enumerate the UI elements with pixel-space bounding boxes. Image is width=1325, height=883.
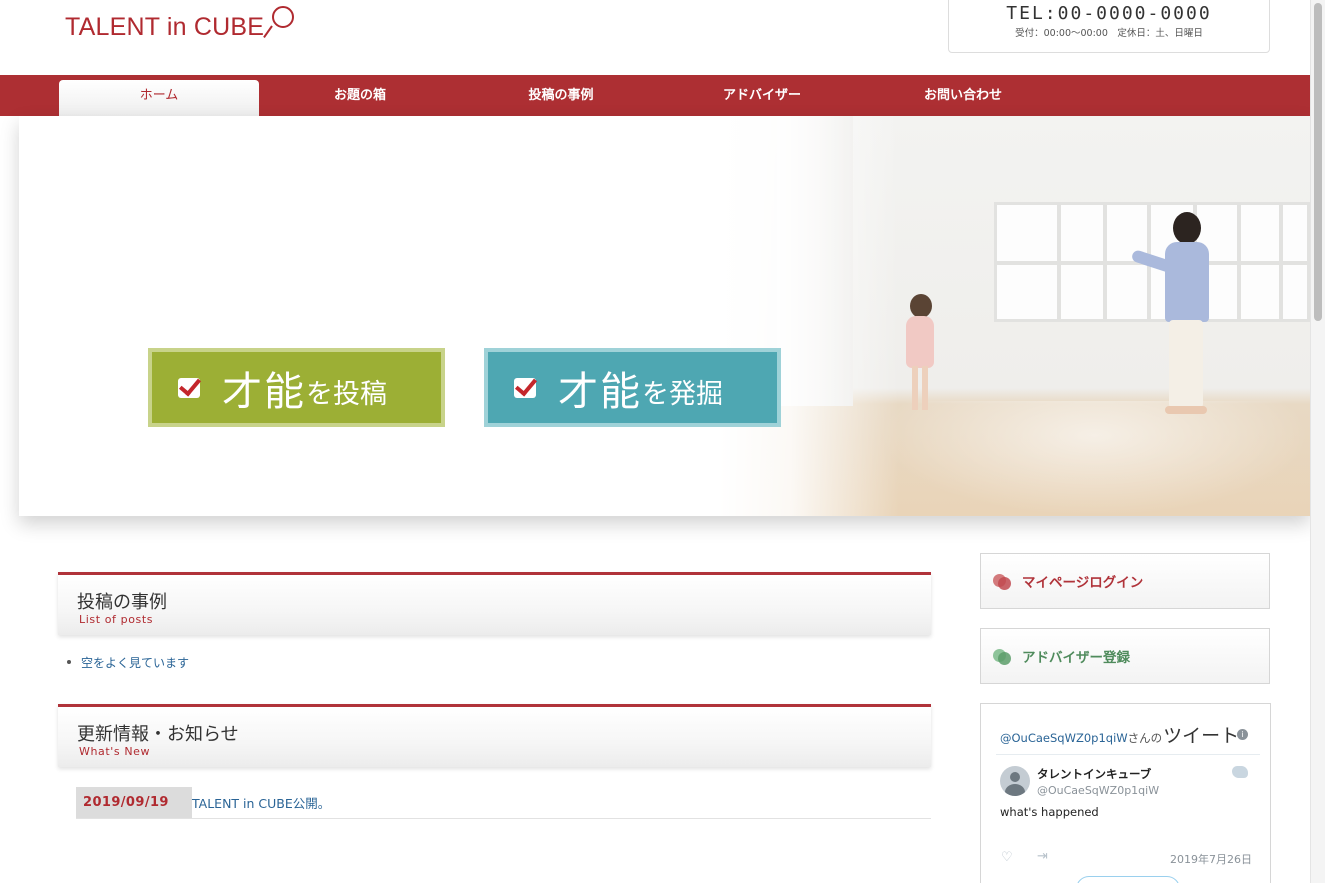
scrollbar-thumb[interactable]: [1314, 3, 1322, 321]
tweet-text: what's happened: [1000, 805, 1099, 819]
news-item: 2019/09/19 TALENT in CUBE公開。: [76, 787, 931, 819]
hero-photo-woman: [1130, 212, 1229, 422]
posts-title: 投稿の事例: [77, 592, 167, 613]
logo[interactable]: TALENT in CUBE: [65, 6, 296, 44]
twitter-divider: [996, 754, 1260, 755]
discover-talent-button[interactable]: 才能 を発掘: [484, 348, 781, 427]
news-section-header: 更新情報・お知らせ What's New: [58, 704, 931, 767]
twitter-handle-link[interactable]: @OuCaeSqWZ0p1qiW: [1000, 731, 1128, 745]
hero-banner: 才能 を投稿 才能 を発掘: [19, 116, 1310, 516]
mypage-login-label: マイページログイン: [1022, 575, 1144, 591]
nav-item-advisors[interactable]: アドバイザー: [662, 80, 862, 116]
tweet-date[interactable]: 2019年7月26日: [1170, 851, 1252, 867]
tweet-author-name[interactable]: タレントインキューブ: [1037, 766, 1151, 782]
post-talent-big: 才能: [222, 368, 306, 415]
advisor-register-button[interactable]: アドバイザー登録: [980, 628, 1270, 684]
news-subtitle: What's New: [79, 745, 151, 758]
checkbox-icon: [514, 377, 536, 398]
contact-box: TEL:00-0000-0000 受付：00:00〜00:00 定休日：土、日曜…: [948, 0, 1270, 53]
share-icon[interactable]: ⇥: [1037, 849, 1048, 864]
post-talent-button[interactable]: 才能 を投稿: [148, 348, 445, 427]
twitter-title: ツイート: [1163, 725, 1240, 747]
post-link[interactable]: 空をよく見ています: [67, 654, 189, 671]
business-hours: 受付：00:00〜00:00 定休日：土、日曜日: [1015, 28, 1203, 39]
circle-icon: [993, 572, 1013, 590]
posts-section-header: 投稿の事例 List of posts: [58, 572, 931, 635]
tel-number: TEL:00-0000-0000: [1006, 3, 1212, 24]
twitter-bird-icon[interactable]: [1232, 766, 1248, 778]
avatar[interactable]: [1000, 766, 1030, 796]
advisor-register-label: アドバイザー登録: [1022, 650, 1130, 666]
nav-item-home[interactable]: ホーム: [59, 80, 259, 116]
info-icon[interactable]: i: [1237, 729, 1248, 740]
logo-text: TALENT in CUBE: [65, 12, 265, 41]
tweet-author-username[interactable]: @OuCaeSqWZ0p1qiW: [1037, 784, 1159, 797]
twitter-header: @OuCaeSqWZ0p1qiW さんの ツイート: [1000, 721, 1239, 748]
nav-item-topics[interactable]: お題の箱: [260, 80, 460, 116]
discover-talent-big: 才能: [558, 368, 642, 415]
scrollbar[interactable]: [1310, 0, 1325, 883]
hero-photo-child: [904, 294, 934, 416]
posts-subtitle: List of posts: [79, 613, 154, 626]
news-link[interactable]: TALENT in CUBE公開。: [192, 793, 330, 812]
posts-list: 空をよく見ています: [67, 654, 189, 671]
discover-talent-small: を発掘: [642, 379, 723, 410]
post-talent-small: を投稿: [306, 379, 387, 410]
twitter-more-button[interactable]: [1076, 876, 1180, 883]
news-date: 2019/09/19: [76, 787, 192, 818]
twitter-widget: @OuCaeSqWZ0p1qiW さんの ツイート i タレントインキューブ @…: [980, 703, 1271, 883]
hero-photo-fade: [719, 116, 899, 516]
circle-icon: [993, 647, 1013, 665]
nav-item-contact[interactable]: お問い合わせ: [863, 80, 1063, 116]
hero-photo-floor: [879, 401, 1310, 516]
checkbox-icon: [178, 377, 200, 398]
magnifier-icon: [263, 6, 296, 44]
main-nav: ホーム お題の箱 投稿の事例 アドバイザー お問い合わせ: [0, 75, 1310, 116]
heart-icon[interactable]: ♡: [1001, 850, 1013, 865]
mypage-login-button[interactable]: マイページログイン: [980, 553, 1270, 609]
page: TALENT in CUBE TEL:00-0000-0000 受付：00:00…: [0, 0, 1325, 883]
nav-item-post-examples[interactable]: 投稿の事例: [461, 80, 661, 116]
twitter-suffix: さんの: [1127, 731, 1163, 745]
news-title: 更新情報・お知らせ: [77, 724, 239, 745]
